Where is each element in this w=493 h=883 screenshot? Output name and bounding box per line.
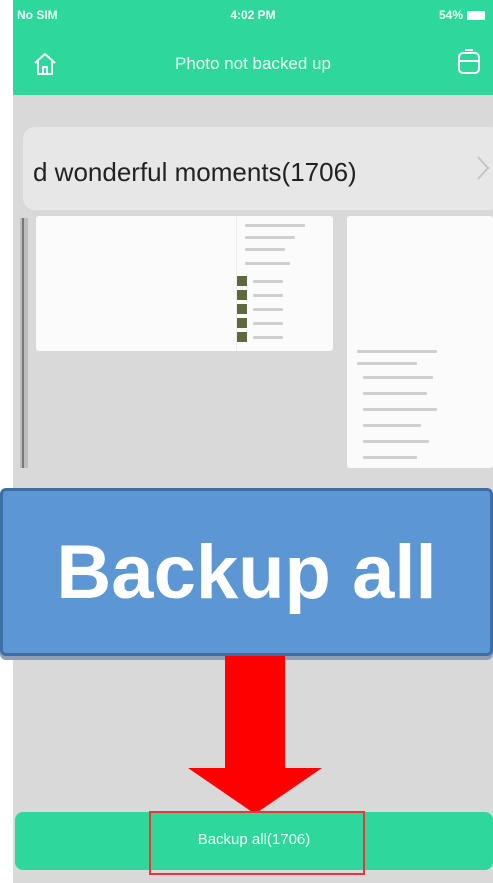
chevron-right-icon bbox=[477, 156, 490, 180]
header-bar: No SIM 4:02 PM 54% Photo not backed up bbox=[13, 0, 493, 95]
highlight-box bbox=[149, 811, 365, 875]
status-bar: No SIM 4:02 PM 54% bbox=[13, 0, 493, 30]
album-row[interactable]: d wonderful moments(1706) bbox=[23, 127, 493, 210]
storage-icon[interactable] bbox=[455, 48, 483, 78]
photo-thumbnails bbox=[13, 210, 493, 480]
status-time: 4:02 PM bbox=[230, 8, 276, 22]
photo-thumbnail[interactable] bbox=[347, 216, 493, 468]
photo-thumbnail[interactable] bbox=[20, 218, 28, 468]
battery-percent: 54% bbox=[438, 8, 463, 22]
battery-icon bbox=[467, 10, 485, 20]
page-title: Photo not backed up bbox=[175, 54, 331, 73]
battery-status: 54% bbox=[439, 8, 485, 22]
banner-text: Backup all bbox=[56, 530, 437, 615]
album-title: d wonderful moments(1706) bbox=[33, 157, 357, 187]
instruction-banner: Backup all bbox=[0, 488, 493, 656]
photo-thumbnail[interactable] bbox=[36, 216, 333, 351]
thumbnail-content bbox=[236, 216, 333, 351]
down-arrow-icon bbox=[188, 656, 322, 814]
